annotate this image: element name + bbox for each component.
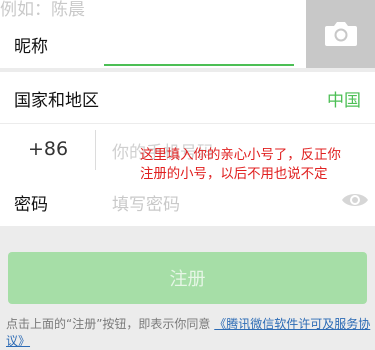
nickname-input[interactable] bbox=[0, 0, 180, 20]
region-row[interactable]: 国家和地区 中国 bbox=[0, 72, 375, 123]
avatar-photo-button[interactable] bbox=[306, 0, 375, 68]
camera-icon bbox=[325, 22, 357, 46]
agreement-text: 点击上面的“注册”按钮，即表示你同意 《腾讯微信软件许可及服务协议》 bbox=[6, 316, 372, 350]
phone-country-code[interactable]: +86 bbox=[28, 138, 68, 160]
region-label: 国家和地区 bbox=[14, 91, 99, 111]
nickname-underline bbox=[104, 64, 294, 66]
agreement-prefix: 点击上面的“注册”按钮，即表示你同意 bbox=[6, 317, 211, 331]
nickname-label: 昵称 bbox=[14, 37, 48, 57]
password-label: 密码 bbox=[14, 195, 48, 215]
annotation-line-1: 这里填入你的亲心小号了，反正你 bbox=[140, 148, 341, 163]
eye-icon[interactable] bbox=[341, 191, 369, 209]
annotation-note: 这里填入你的亲心小号了，反正你 注册的小号，以后不用也说不定 bbox=[140, 146, 375, 184]
annotation-line-2: 注册的小号，以后不用也说不定 bbox=[140, 167, 328, 182]
region-value: 中国 bbox=[327, 91, 361, 111]
password-input[interactable]: 填写密码 bbox=[112, 190, 180, 215]
code-divider bbox=[95, 130, 96, 170]
register-button[interactable]: 注册 bbox=[8, 252, 367, 304]
nickname-row: 昵称 bbox=[0, 0, 375, 68]
